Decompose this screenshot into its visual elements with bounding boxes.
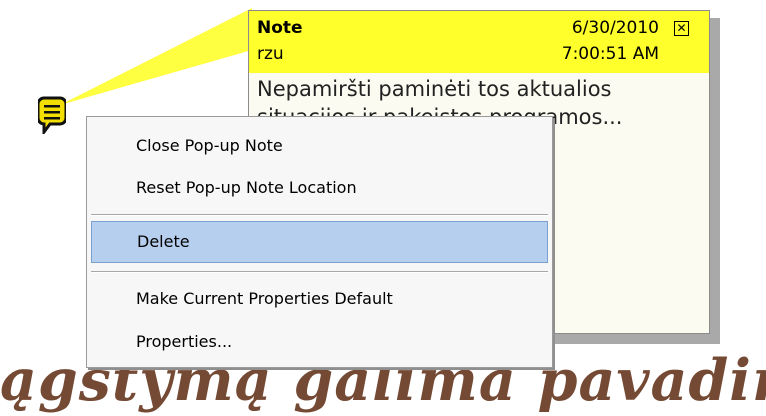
context-menu[interactable]: Close Pop-up Note Reset Pop-up Note Loca… (86, 116, 553, 368)
note-header[interactable]: Note rzu 6/30/2010 7:00:51 AM ✕ (249, 11, 709, 73)
note-date: 6/30/2010 (571, 18, 659, 38)
note-title: Note (257, 18, 303, 38)
note-author: rzu (257, 44, 284, 64)
make-current-properties-default-menu-item[interactable]: Make Current Properties Default (91, 278, 548, 320)
pdf-viewer-page: ągstymą galima pavadinti ek Note rzu 6/3… (0, 0, 766, 416)
menu-separator (91, 271, 548, 273)
close-icon[interactable]: ✕ (674, 21, 689, 36)
note-icon[interactable] (38, 96, 66, 134)
delete-menu-item[interactable]: Delete (91, 221, 548, 263)
properties-menu-item[interactable]: Properties... (91, 321, 548, 363)
menu-separator (91, 214, 548, 216)
reset-popup-note-location-menu-item[interactable]: Reset Pop-up Note Location (91, 167, 548, 209)
note-time: 7:00:51 AM (561, 44, 659, 64)
close-popup-note-menu-item[interactable]: Close Pop-up Note (91, 125, 548, 167)
